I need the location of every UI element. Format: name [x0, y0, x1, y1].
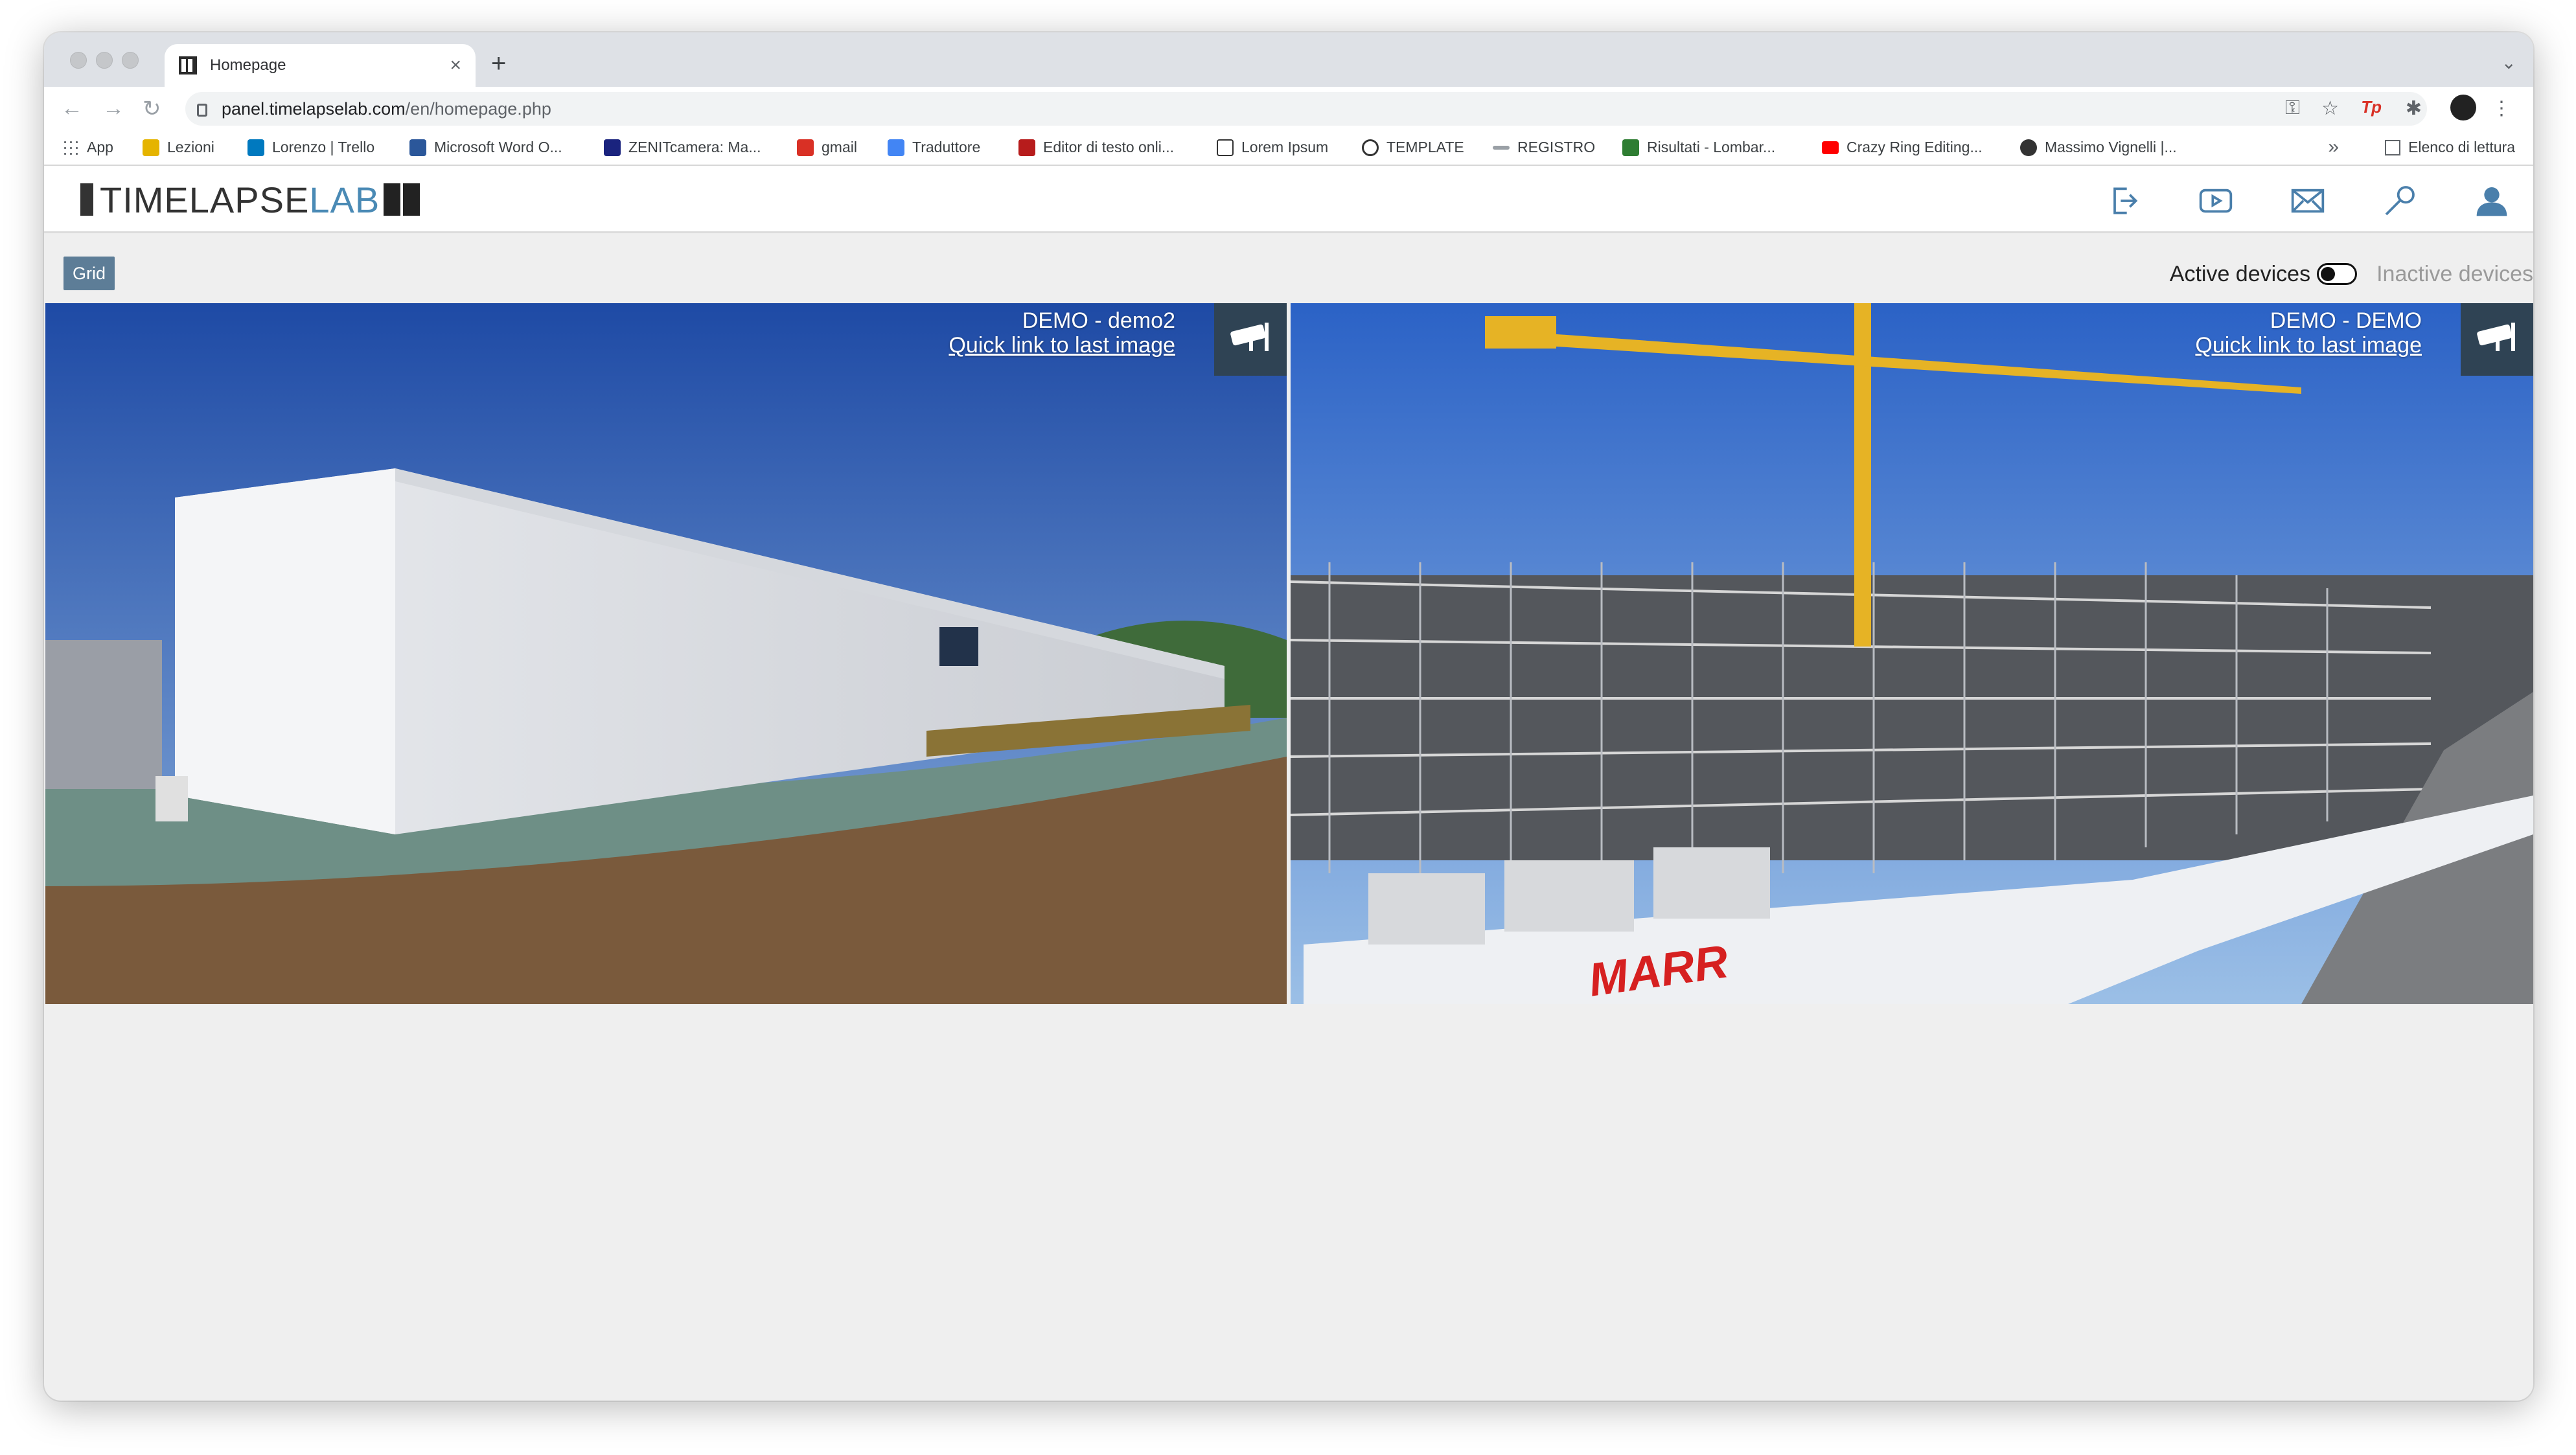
window-close-button[interactable] [70, 52, 87, 69]
reading-list-icon [2385, 139, 2401, 155]
camera-image-warehouse[interactable] [45, 303, 1287, 1004]
bookmark-zenit[interactable]: ZENITcamera: Ma... [604, 139, 761, 156]
lock-icon[interactable] [197, 104, 207, 117]
extensions-puzzle-icon[interactable]: ✱ [2406, 97, 2422, 120]
address-bar[interactable]: panel.timelapselab.com /en/homepage.php [185, 92, 2427, 126]
bookmark-gmail[interactable]: gmail [797, 139, 857, 156]
bookmarks-more-icon[interactable]: » [2328, 136, 2339, 158]
extension-tp-icon[interactable]: Tp [2361, 97, 2382, 117]
user-icon[interactable] [2472, 183, 2511, 219]
browser-menu-icon[interactable]: ⋮ [2492, 97, 2511, 120]
play-icon[interactable] [2196, 183, 2235, 219]
bookmark-risultati[interactable]: Risultati - Lombar... [1622, 139, 1775, 156]
new-tab-button[interactable]: + [491, 49, 506, 78]
star-icon[interactable]: ☆ [2321, 97, 2339, 120]
bookmark-lorem[interactable]: Lorem Ipsum [1217, 139, 1328, 156]
bookmark-template[interactable]: TEMPLATE [1362, 139, 1464, 156]
bookmark-trello[interactable]: Lorenzo | Trello [247, 139, 374, 156]
reading-list-button[interactable]: Elenco di lettura [2385, 139, 2515, 156]
logout-icon[interactable] [2104, 183, 2143, 219]
classroom-icon [143, 139, 159, 156]
tab-title: Homepage [210, 56, 286, 74]
back-button[interactable]: ← [61, 96, 83, 121]
key-icon[interactable]: ⚿ [2285, 97, 2300, 119]
lorem-icon [1217, 139, 1234, 156]
inactive-devices-label[interactable]: Inactive devices [2376, 262, 2533, 287]
bookmark-registro[interactable]: REGISTRO [1493, 139, 1595, 156]
window-maximize-button[interactable] [122, 52, 139, 69]
word-icon [409, 139, 426, 156]
cctv-camera-icon[interactable] [2461, 303, 2533, 376]
apps-grid-icon [62, 139, 79, 156]
browser-window: Homepage × + ⌄ ← → ↻ panel.timelapselab.… [44, 32, 2533, 1401]
reload-button[interactable]: ↻ [143, 96, 161, 122]
bookmark-word[interactable]: Microsoft Word O... [409, 139, 562, 156]
registro-icon [1493, 145, 1510, 150]
timelapselab-logo[interactable]: TIMELAPSE LAB [80, 179, 420, 220]
grid-view-button[interactable]: Grid [63, 257, 115, 290]
youtube-icon [1822, 141, 1839, 154]
bookmark-crazy-ring[interactable]: Crazy Ring Editing... [1822, 139, 1983, 156]
vignelli-icon [2020, 139, 2037, 156]
tab-search-chevron-icon[interactable]: ⌄ [2501, 52, 2516, 73]
forward-button[interactable]: → [102, 96, 124, 121]
gmail-icon [797, 139, 814, 156]
bookmark-editor[interactable]: Editor di testo onli... [1018, 139, 1174, 156]
camera-title: DEMO - DEMO [2270, 308, 2422, 333]
device-toggle-switch[interactable] [2317, 263, 2358, 285]
close-tab-icon[interactable]: × [450, 54, 461, 76]
browser-toolbar: ← → ↻ panel.timelapselab.com /en/homepag… [44, 87, 2533, 130]
device-filter-toggle: Active devices Inactive devices [2170, 259, 2533, 289]
url-path: /en/homepage.php [405, 98, 551, 119]
wrench-icon[interactable] [2380, 183, 2419, 219]
active-devices-label[interactable]: Active devices [2170, 262, 2310, 287]
bookmark-lezioni[interactable]: Lezioni [143, 139, 214, 156]
zenit-icon [604, 139, 621, 156]
window-minimize-button[interactable] [96, 52, 113, 69]
translate-icon [888, 139, 904, 156]
url-host: panel.timelapselab.com [222, 98, 406, 119]
trello-icon [247, 139, 264, 156]
tab-strip: Homepage × + ⌄ [44, 32, 2533, 87]
camera-image-construction[interactable]: MARR [1291, 303, 2533, 1004]
tab-homepage[interactable]: Homepage × [165, 44, 476, 87]
bookmark-app[interactable]: App [62, 139, 113, 156]
camera-card-demo2[interactable]: DEMO - demo2 Quick link to last image [45, 303, 1287, 1004]
quick-link-last-image[interactable]: Quick link to last image [2195, 333, 2422, 358]
bookmark-traduttore[interactable]: Traduttore [888, 139, 980, 156]
profile-avatar[interactable] [2450, 95, 2476, 120]
mail-icon[interactable] [2288, 183, 2327, 219]
quick-link-last-image[interactable]: Quick link to last image [949, 333, 1175, 358]
risultati-icon [1622, 139, 1639, 156]
camera-card-demo[interactable]: MARR DEMO - DEMO Quick link to last imag… [1291, 303, 2533, 1004]
site-favicon-icon [179, 56, 197, 74]
camera-title: DEMO - demo2 [1022, 308, 1175, 333]
editor-icon [1018, 139, 1035, 156]
template-icon [1362, 139, 1379, 156]
site-header: TIMELAPSE LAB [44, 166, 2533, 233]
cctv-camera-icon[interactable] [1214, 303, 1287, 376]
bookmarks-bar: App Lezioni Lorenzo | Trello Microsoft W… [44, 130, 2533, 166]
bookmark-vignelli[interactable]: Massimo Vignelli |... [2020, 139, 2177, 156]
